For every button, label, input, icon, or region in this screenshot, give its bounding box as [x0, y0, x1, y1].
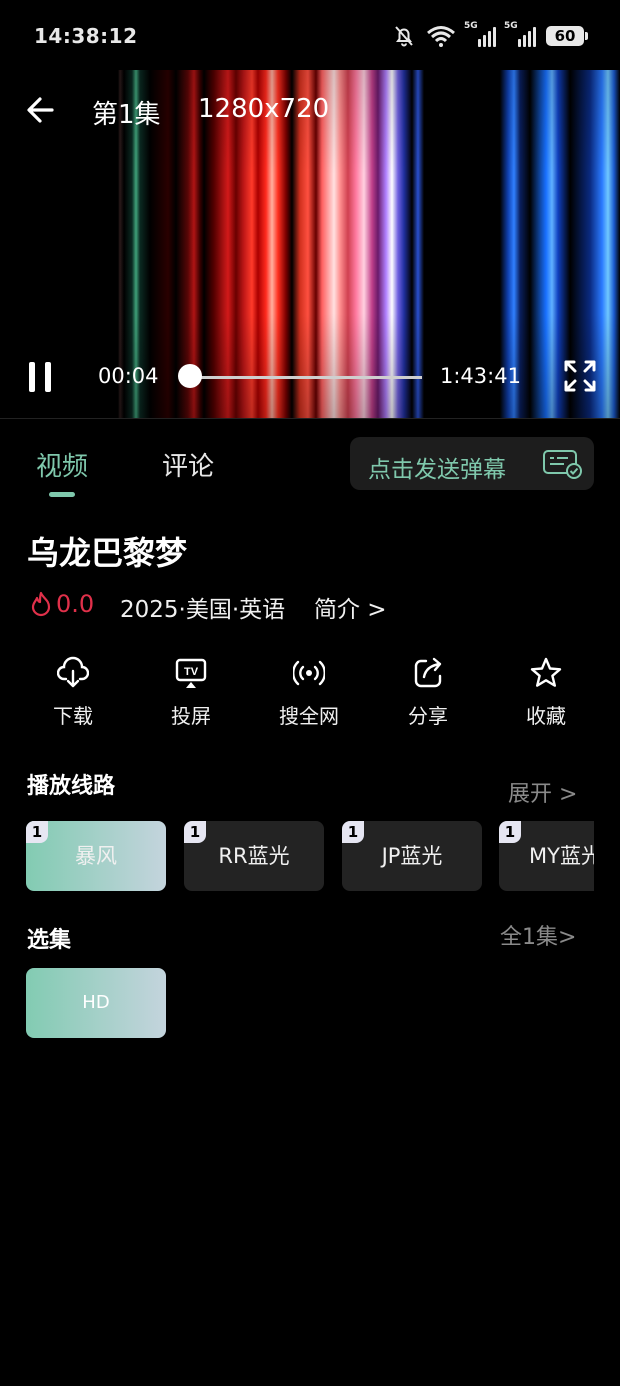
- route-badge: 1: [499, 821, 521, 843]
- wifi-icon: [427, 26, 455, 47]
- rating-score: 0.0: [56, 590, 95, 618]
- route-label: 暴风: [75, 844, 117, 868]
- action-label: 搜全网: [279, 704, 339, 728]
- download-icon: [57, 656, 89, 688]
- route-label: JP蓝光: [381, 844, 443, 868]
- status-bar: 14:38:12 5G 5G 60: [0, 0, 620, 70]
- fire-icon: [31, 591, 51, 617]
- action-label: 下载: [53, 704, 93, 728]
- status-icons: 5G 5G 60: [392, 21, 588, 50]
- tab-comments[interactable]: 评论: [162, 446, 214, 483]
- cast-tv-icon: TV: [175, 658, 207, 688]
- routes-title: 播放线路: [27, 774, 116, 799]
- pause-icon[interactable]: [22, 357, 58, 397]
- current-time: 00:04: [98, 364, 159, 388]
- tab-active-indicator: [49, 492, 75, 497]
- network-label: 5G: [504, 21, 518, 31]
- seek-handle[interactable]: [178, 364, 202, 388]
- total-time: 1:43:41: [440, 364, 521, 388]
- route-label: MY蓝光: [529, 844, 594, 868]
- seek-bar[interactable]: [190, 376, 422, 379]
- action-label: 收藏: [526, 704, 566, 728]
- route-button[interactable]: 1 JP蓝光: [342, 821, 482, 891]
- route-button[interactable]: 1 暴风: [26, 821, 166, 891]
- network-label: 5G: [464, 21, 478, 31]
- episode-label: HD: [82, 992, 110, 1013]
- routes-expand-link[interactable]: 展开 >: [508, 776, 577, 808]
- episodes-title: 选集: [27, 928, 72, 953]
- favorite-button[interactable]: 收藏: [500, 656, 592, 736]
- back-arrow-icon[interactable]: [22, 90, 62, 130]
- svg-text:TV: TV: [184, 666, 199, 678]
- action-label: 投屏: [171, 704, 211, 728]
- star-icon: [530, 657, 562, 687]
- signal-icon: 5G: [464, 21, 496, 47]
- cast-button[interactable]: TV 投屏: [145, 656, 237, 736]
- danmaku-label: 点击发送弹幕: [368, 457, 506, 483]
- signal-icon: 5G: [504, 21, 536, 47]
- resolution-label: 1280x720: [198, 94, 330, 124]
- routes-list[interactable]: 1 暴风 1 RR蓝光 1 JP蓝光 1 MY蓝光: [26, 821, 594, 891]
- episodes-all-link[interactable]: 全1集>: [500, 919, 576, 951]
- action-label: 分享: [408, 704, 448, 728]
- search-all-button[interactable]: 搜全网: [263, 656, 355, 736]
- movie-meta: 2025·美国·英语: [120, 597, 286, 623]
- video-player[interactable]: 第1集 1280x720 00:04 1:43:41: [0, 70, 620, 418]
- route-button[interactable]: 1 RR蓝光: [184, 821, 324, 891]
- status-time: 14:38:12: [34, 24, 138, 48]
- movie-title: 乌龙巴黎梦: [27, 534, 188, 572]
- bell-muted-icon: [395, 26, 413, 47]
- danmaku-settings-icon[interactable]: [542, 449, 584, 479]
- divider: [0, 418, 620, 419]
- episode-title: 第1集: [92, 100, 161, 130]
- share-icon: [414, 657, 442, 688]
- battery-icon: 60: [546, 26, 588, 46]
- route-label: RR蓝光: [218, 844, 290, 868]
- route-button[interactable]: 1 MY蓝光: [499, 821, 594, 891]
- download-button[interactable]: 下载: [27, 656, 119, 736]
- tab-video[interactable]: 视频: [36, 446, 88, 483]
- share-button[interactable]: 分享: [382, 656, 474, 736]
- episode-button[interactable]: HD: [26, 968, 166, 1038]
- broadcast-icon: [293, 660, 325, 686]
- send-danmaku-button[interactable]: 点击发送弹幕: [350, 437, 594, 490]
- intro-link[interactable]: 简介 >: [314, 590, 387, 624]
- fullscreen-icon[interactable]: [562, 358, 598, 394]
